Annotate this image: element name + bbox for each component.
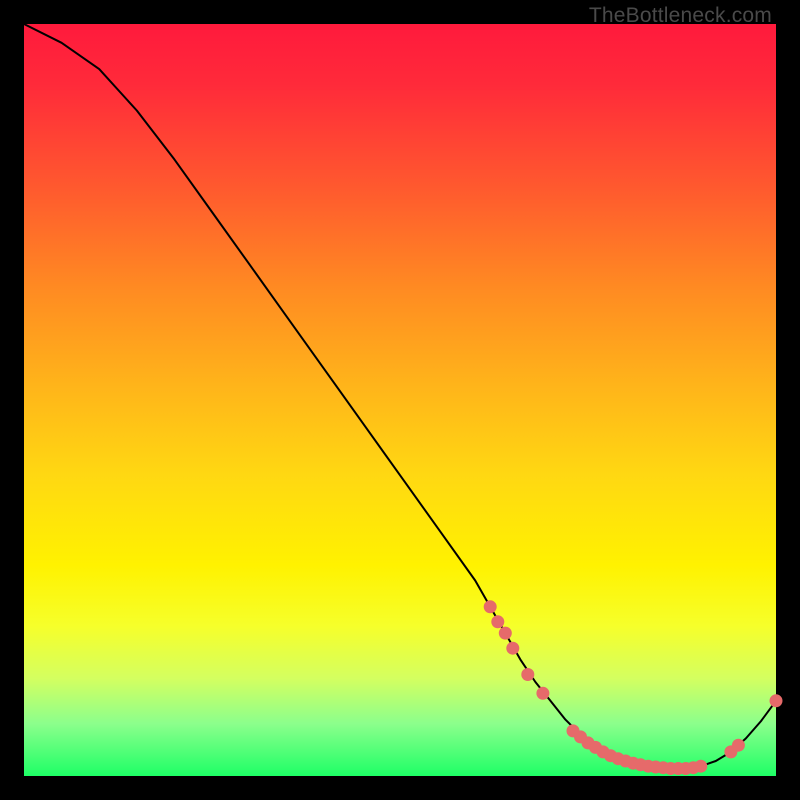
data-point bbox=[484, 600, 497, 613]
bottleneck-curve bbox=[24, 24, 776, 769]
marker-group bbox=[484, 600, 783, 775]
data-point bbox=[732, 739, 745, 752]
chart-frame bbox=[24, 24, 776, 776]
data-point bbox=[536, 687, 549, 700]
watermark-text: TheBottleneck.com bbox=[589, 4, 772, 28]
data-point bbox=[499, 627, 512, 640]
data-point bbox=[521, 668, 534, 681]
data-point bbox=[694, 760, 707, 773]
data-point bbox=[491, 615, 504, 628]
data-point bbox=[770, 694, 783, 707]
chart-svg bbox=[24, 24, 776, 776]
data-point bbox=[506, 642, 519, 655]
